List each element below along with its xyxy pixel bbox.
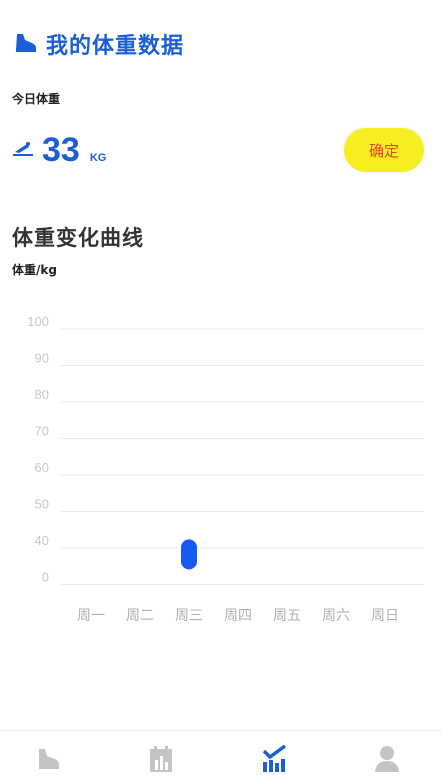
tab-exercise[interactable]	[33, 745, 63, 772]
x-tick-label: 周五	[273, 608, 301, 624]
page-header: 我的体重数据	[14, 26, 184, 62]
y-tick-label: 70	[35, 424, 49, 439]
y-tick-label: 100	[27, 314, 49, 329]
y-tick-label: 60	[35, 460, 49, 475]
x-tick-label: 周三	[175, 608, 203, 624]
chart-section-title: 体重变化曲线	[12, 226, 144, 250]
tab-profile[interactable]	[372, 745, 402, 772]
weight-value: 33	[42, 131, 80, 169]
calendar-chart-icon	[148, 745, 174, 772]
y-axis-unit-label: 体重/kg	[12, 263, 57, 277]
sneaker-icon	[35, 745, 61, 772]
tab-records[interactable]	[146, 745, 176, 772]
y-tick-label: 80	[35, 387, 49, 402]
x-tick-label: 周日	[371, 608, 399, 624]
scale-icon	[12, 139, 34, 161]
chart-check-icon	[261, 744, 289, 772]
today-weight-label: 今日体重	[12, 92, 61, 106]
data-point	[181, 539, 197, 570]
x-tick-label: 周二	[126, 608, 154, 624]
y-tick-label: 0	[42, 570, 49, 585]
weight-chart: 100 90 80 70 60 50 40 0 周一 周二 周三 周四 周五 周六 周日	[27, 314, 424, 624]
today-weight-display: 33 KG	[12, 133, 106, 167]
bottom-tab-bar	[0, 730, 442, 772]
y-tick-label: 40	[35, 533, 49, 548]
person-icon	[374, 745, 400, 772]
page-title: 我的体重数据	[46, 34, 185, 59]
sneaker-icon	[14, 31, 38, 57]
confirm-button[interactable]: 确定	[344, 128, 424, 172]
x-tick-label: 周四	[224, 608, 252, 624]
tab-weight[interactable]	[260, 744, 290, 772]
weight-unit: KG	[89, 152, 107, 164]
y-tick-label: 50	[35, 497, 49, 512]
y-tick-label: 90	[35, 351, 49, 366]
x-tick-label: 周一	[77, 608, 105, 624]
x-tick-label: 周六	[322, 608, 350, 624]
